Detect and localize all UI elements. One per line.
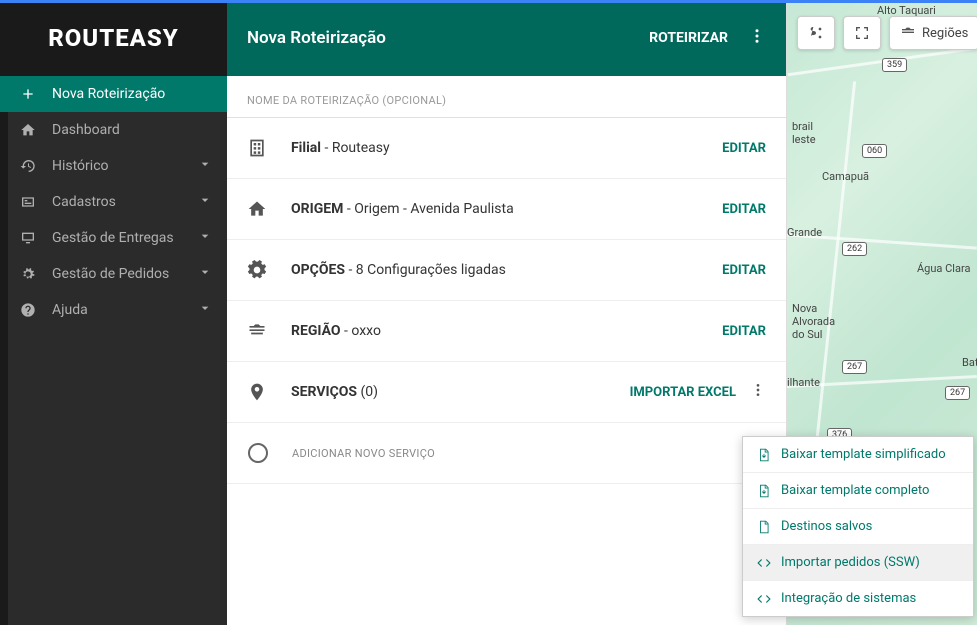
map-city-label: Água Clara [917, 262, 970, 275]
sidebar-item-dashboard[interactable]: Dashboard [0, 112, 227, 148]
dd-baixar-simplificado[interactable]: Baixar template simplificado [743, 437, 973, 473]
row-text: SERVIÇOS (0) [281, 384, 630, 400]
history-icon [18, 158, 38, 174]
logo: ROUTEASY [0, 0, 227, 76]
add-service-row[interactable]: ADICIONAR NOVO SERVIÇO [227, 423, 786, 484]
chevron-down-icon [197, 156, 213, 176]
row-text: Filial - Routeasy [281, 140, 722, 156]
map-shield: 359 [882, 58, 907, 72]
dd-baixar-completo[interactable]: Baixar template completo [743, 473, 973, 509]
map-regions-button[interactable]: Regiões [889, 16, 977, 50]
map-controls: Regiões [797, 16, 977, 50]
config-panel: Nova Roteirização ROTEIRIZAR NOME DA ROT… [227, 0, 787, 625]
chevron-down-icon [197, 228, 213, 248]
row-opcoes: OPÇÕES - 8 Configurações ligadas EDITAR [227, 240, 786, 301]
sidebar-item-gestao-entregas[interactable]: Gestão de Entregas [0, 220, 227, 256]
row-text: OPÇÕES - 8 Configurações ligadas [281, 262, 722, 278]
row-text: ORIGEM - Origem - Avenida Paulista [281, 201, 722, 217]
row-origem: ORIGEM - Origem - Avenida Paulista EDITA… [227, 179, 786, 240]
gears-icon [18, 266, 38, 282]
sidebar-item-cadastros[interactable]: Cadastros [0, 184, 227, 220]
sidebar-item-label: Cadastros [52, 194, 116, 210]
row-servicos: SERVIÇOS (0) IMPORTAR EXCEL [227, 362, 786, 423]
edit-filial-button[interactable]: EDITAR [722, 141, 766, 156]
import-excel-button[interactable]: IMPORTAR EXCEL [630, 385, 736, 400]
sidebar-item-label: Ajuda [52, 302, 88, 318]
sidebar-item-label: Gestão de Pedidos [52, 266, 169, 282]
edit-regiao-button[interactable]: EDITAR [722, 324, 766, 339]
id-card-icon [18, 194, 38, 210]
map-shield: 060 [862, 144, 887, 158]
map-fullscreen-icon[interactable] [843, 16, 881, 50]
circle-icon [248, 443, 268, 463]
home-icon [247, 199, 281, 219]
dd-integracao-sistemas[interactable]: Integração de sistemas [743, 581, 973, 616]
question-icon [18, 302, 38, 318]
sidebar-item-nova-roteirizacao[interactable]: Nova Roteirização [0, 76, 227, 112]
chevron-down-icon [197, 264, 213, 284]
map-city-label: ilhante [787, 376, 820, 389]
map-shield: 267 [842, 360, 867, 374]
sidebar-item-label: Nova Roteirização [52, 86, 165, 102]
dd-destinos-salvos[interactable]: Destinos salvos [743, 509, 973, 545]
sidebar: ROUTEASY Nova Roteirização Dashboard His… [0, 0, 227, 625]
pin-icon [247, 382, 281, 402]
map-city-label: Bata [962, 356, 977, 369]
sidebar-item-label: Gestão de Entregas [52, 230, 174, 246]
add-service-label: ADICIONAR NOVO SERVIÇO [292, 447, 435, 460]
panel-title: Nova Roteirização [247, 28, 649, 48]
map-city-label: Camapuã [822, 170, 869, 183]
sidebar-item-label: Dashboard [52, 122, 120, 138]
map-shield: 267 [945, 386, 970, 400]
home-icon [18, 122, 38, 138]
map-route-icon[interactable] [797, 16, 835, 50]
sidebar-item-label: Histórico [52, 158, 109, 174]
chevron-down-icon [197, 300, 213, 320]
map-city-label: Grande [787, 226, 822, 239]
row-filial: Filial - Routeasy EDITAR [227, 118, 786, 179]
row-text: REGIÃO - oxxo [281, 323, 722, 339]
map-city-label: Nova Alvorada do Sul [792, 302, 835, 341]
edit-origem-button[interactable]: EDITAR [722, 202, 766, 217]
map-city-label: brail leste [792, 120, 816, 146]
sidebar-item-ajuda[interactable]: Ajuda [0, 292, 227, 328]
row-regiao: REGIÃO - oxxo EDITAR [227, 301, 786, 362]
map-shield: 262 [842, 242, 867, 256]
edit-opcoes-button[interactable]: EDITAR [722, 263, 766, 278]
routing-name-label: NOME DA ROTEIRIZAÇÃO (OPCIONAL) [247, 94, 766, 107]
gear-icon [247, 260, 281, 280]
panel-menu-icon[interactable] [748, 27, 766, 49]
dd-importar-ssw[interactable]: Importar pedidos (SSW) [743, 545, 973, 581]
roteirizar-button[interactable]: ROTEIRIZAR [649, 30, 728, 46]
servicos-menu-icon[interactable] [750, 382, 766, 402]
import-dropdown: Baixar template simplificado Baixar temp… [742, 436, 974, 617]
monitor-icon [18, 230, 38, 246]
building-icon [247, 138, 281, 158]
brand-text: ROUTEASY [48, 24, 179, 52]
sidebar-item-gestao-pedidos[interactable]: Gestão de Pedidos [0, 256, 227, 292]
chevron-down-icon [197, 192, 213, 212]
panel-header: Nova Roteirização ROTEIRIZAR [227, 0, 786, 76]
plus-icon [18, 86, 38, 102]
routing-name-field[interactable]: NOME DA ROTEIRIZAÇÃO (OPCIONAL) [227, 76, 786, 118]
sidebar-item-historico[interactable]: Histórico [0, 148, 227, 184]
region-icon [247, 321, 281, 341]
nav-list: Nova Roteirização Dashboard Histórico Ca… [0, 76, 227, 328]
